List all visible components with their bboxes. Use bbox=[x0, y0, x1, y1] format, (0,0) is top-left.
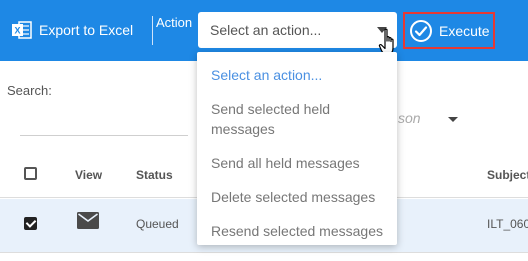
search-input[interactable] bbox=[20, 102, 188, 136]
search-label: Search: bbox=[7, 83, 52, 98]
column-header-view: View bbox=[75, 168, 103, 182]
action-label: Action bbox=[156, 15, 193, 30]
reason-filter-placeholder: son bbox=[398, 110, 421, 126]
action-select-value: Select an action... bbox=[210, 22, 322, 38]
svg-text:X: X bbox=[14, 26, 20, 36]
row-status: Queued bbox=[136, 217, 179, 231]
action-select[interactable]: Select an action... bbox=[198, 12, 397, 48]
caret-down-icon bbox=[448, 117, 458, 122]
row-subject: ILT_060 bbox=[487, 217, 528, 231]
column-header-status: Status bbox=[136, 168, 173, 182]
menu-item-send-selected-held[interactable]: Send selected held messages bbox=[197, 92, 397, 146]
row-checkbox[interactable] bbox=[24, 217, 37, 230]
export-label: Export to Excel bbox=[39, 22, 134, 38]
menu-item-select-an-action[interactable]: Select an action... bbox=[197, 58, 397, 92]
execute-button[interactable]: Execute bbox=[403, 12, 495, 49]
excel-icon: X bbox=[12, 21, 32, 39]
menu-item-send-all-held[interactable]: Send all held messages bbox=[197, 146, 397, 180]
execute-label: Execute bbox=[439, 22, 490, 39]
menu-item-delete-selected[interactable]: Delete selected messages bbox=[197, 180, 397, 214]
export-to-excel-button[interactable]: X Export to Excel bbox=[10, 15, 133, 45]
envelope-icon[interactable] bbox=[77, 212, 99, 229]
reason-filter-select[interactable]: son bbox=[398, 104, 460, 132]
action-dropdown-menu: Select an action... Send selected held m… bbox=[197, 52, 397, 245]
column-header-subject: Subject bbox=[487, 168, 528, 182]
toolbar-divider bbox=[152, 16, 153, 45]
select-all-checkbox[interactable] bbox=[24, 167, 37, 180]
menu-item-resend-selected[interactable]: Resend selected messages bbox=[197, 214, 397, 248]
check-circle-icon bbox=[410, 19, 432, 42]
